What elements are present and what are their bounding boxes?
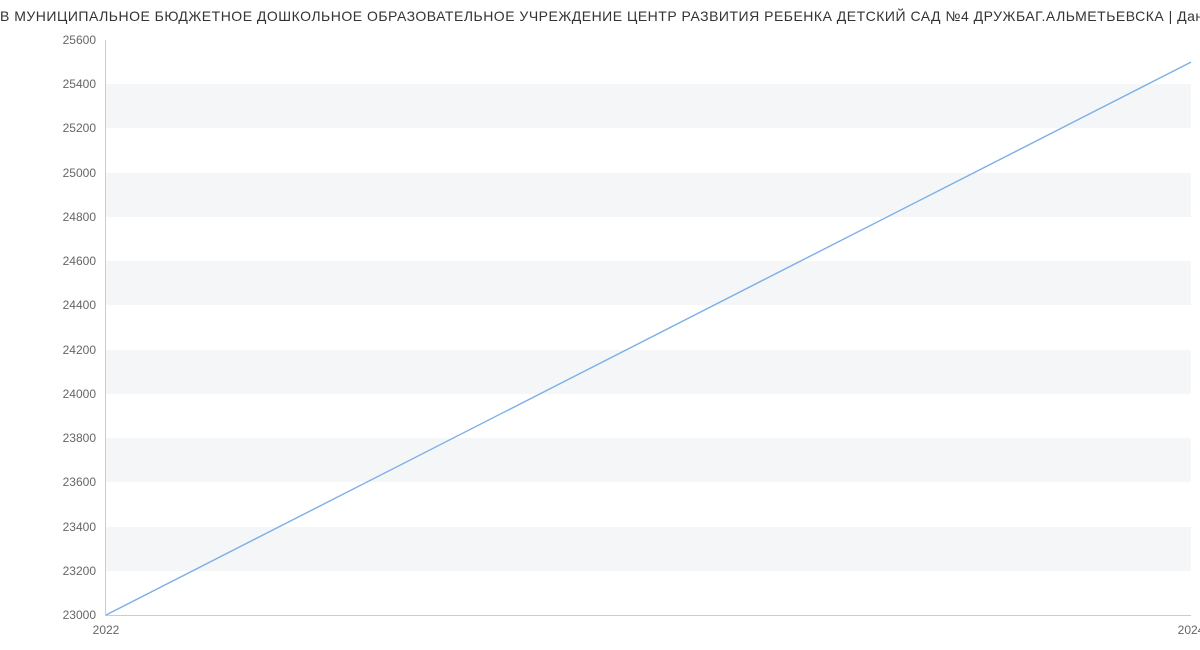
- x-tick-label: 2022: [93, 623, 120, 637]
- plot-area: 2300023200234002360023800240002420024400…: [105, 40, 1191, 616]
- y-tick-label: 24400: [63, 298, 96, 312]
- line-svg: [106, 40, 1191, 615]
- y-tick-label: 23400: [63, 520, 96, 534]
- y-tick-label: 25200: [63, 121, 96, 135]
- data-line: [106, 62, 1191, 615]
- y-tick-label: 25000: [63, 166, 96, 180]
- x-tick-label: 2024: [1178, 623, 1200, 637]
- y-tick-label: 24000: [63, 387, 96, 401]
- y-tick-label: 23200: [63, 564, 96, 578]
- y-tick-label: 23000: [63, 608, 96, 622]
- y-tick-label: 24200: [63, 343, 96, 357]
- y-tick-label: 24600: [63, 254, 96, 268]
- y-tick-label: 25400: [63, 77, 96, 91]
- y-tick-label: 25600: [63, 33, 96, 47]
- y-tick-label: 23800: [63, 431, 96, 445]
- y-tick-label: 23600: [63, 475, 96, 489]
- y-tick-label: 24800: [63, 210, 96, 224]
- chart-container: В МУНИЦИПАЛЬНОЕ БЮДЖЕТНОЕ ДОШКОЛЬНОЕ ОБР…: [0, 0, 1200, 650]
- chart-title: В МУНИЦИПАЛЬНОЕ БЮДЖЕТНОЕ ДОШКОЛЬНОЕ ОБР…: [0, 8, 1200, 28]
